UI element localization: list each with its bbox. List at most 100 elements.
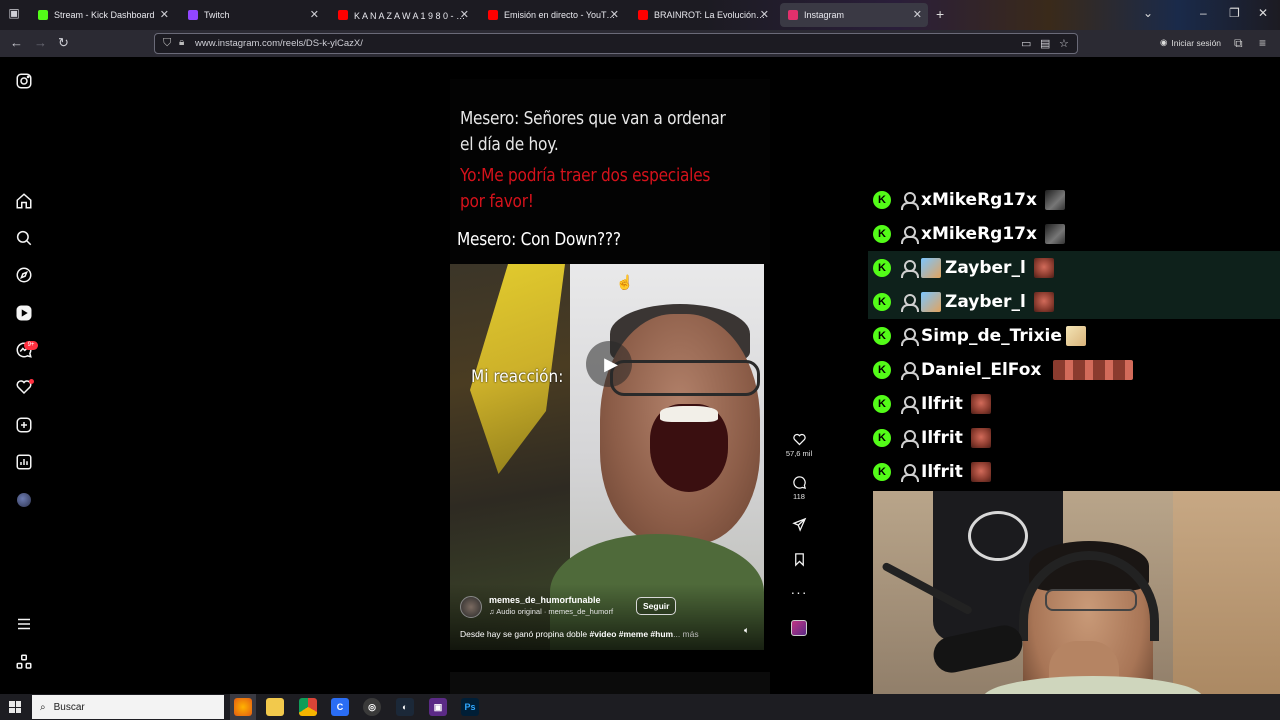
- browser-tab[interactable]: K A N A Z A W A 1 9 8 0 - 日本 ✕: [330, 3, 475, 27]
- obs-icon[interactable]: ◎: [363, 698, 381, 716]
- microphone-icon: [873, 551, 1033, 681]
- like-action[interactable]: 57,6 mil: [785, 432, 813, 458]
- chat-username[interactable]: xMikeRg17x: [921, 190, 1037, 210]
- create-icon[interactable]: [14, 415, 34, 435]
- explore-icon[interactable]: [14, 265, 34, 285]
- firefox-icon[interactable]: [234, 698, 252, 716]
- chat-username[interactable]: Ilfrit: [921, 428, 963, 448]
- youtube-icon: [338, 10, 348, 20]
- lock-icon[interactable]: 🔒︎: [179, 37, 184, 48]
- reel-audio-label[interactable]: ♫ Audio original · memes_de_humorf: [489, 607, 624, 616]
- windows-start-icon[interactable]: [9, 701, 21, 713]
- kick-badge-icon: K: [873, 191, 891, 209]
- also-from-meta-icon[interactable]: [14, 652, 34, 672]
- cursor-app-icon[interactable]: C: [331, 698, 349, 716]
- file-explorer-icon[interactable]: [266, 698, 284, 716]
- tab-title: Stream - Kick Dashboard: [54, 10, 155, 20]
- chat-username[interactable]: xMikeRg17x: [921, 224, 1037, 244]
- maximize-button[interactable]: ❐: [1229, 6, 1240, 20]
- chat-message: K Simp_de_Trixie: [868, 319, 1280, 353]
- close-tab-icon[interactable]: ✕: [460, 8, 469, 21]
- reload-button[interactable]: ↻: [58, 35, 69, 51]
- chat-emote: [970, 428, 991, 448]
- tab-overflow-icon[interactable]: ⌄: [1143, 6, 1153, 20]
- close-tab-icon[interactable]: ✕: [913, 8, 922, 21]
- extensions-icon[interactable]: ⧉: [1234, 36, 1243, 51]
- minimize-button[interactable]: –: [1200, 6, 1207, 20]
- steam-icon[interactable]: ◐: [396, 698, 414, 716]
- reels-icon[interactable]: [14, 303, 34, 323]
- reader-view-icon[interactable]: ▤: [1040, 37, 1050, 50]
- comment-icon: [792, 476, 806, 490]
- play-button[interactable]: ▶: [586, 341, 632, 387]
- next-reel-preview[interactable]: [450, 672, 770, 694]
- shield-icon[interactable]: ⛉: [163, 37, 171, 50]
- user-icon: [901, 362, 919, 380]
- login-button[interactable]: ◉ Iniciar sesión: [1160, 37, 1221, 48]
- chat-emote: [1053, 360, 1134, 380]
- browser-tab[interactable]: Emisión en directo - YouTube S✕: [480, 3, 625, 27]
- chat-username[interactable]: Simp_de_Trixie: [921, 326, 1062, 346]
- chat-message: K Zayber_l: [868, 251, 1280, 285]
- taskbar-search[interactable]: ⌕ Buscar: [32, 695, 224, 719]
- chat-emote: [1033, 258, 1054, 278]
- chrome-icon[interactable]: [299, 698, 317, 716]
- mute-icon[interactable]: 🔈︎: [744, 625, 749, 636]
- caption-text: Desde hay se ganó propina doble: [460, 629, 590, 639]
- twitch-icon: [188, 10, 198, 20]
- chat-username[interactable]: Daniel_ElFox: [921, 360, 1041, 380]
- account-icon: ◉: [1160, 37, 1168, 47]
- browser-tab[interactable]: Instagram ✕: [780, 3, 928, 27]
- browser-tab-bar: ▣ Stream - Kick Dashboard ✕ Twitch ✕ K A N A…: [0, 0, 1280, 30]
- share-action[interactable]: [785, 517, 813, 532]
- close-window-button[interactable]: ✕: [1258, 6, 1268, 20]
- save-action[interactable]: [785, 552, 813, 567]
- address-bar[interactable]: ⛉ 🔒︎ www.instagram.com/reels/DS-k-ylCazX…: [154, 33, 1078, 54]
- close-tab-icon[interactable]: ✕: [760, 8, 769, 21]
- home-icon[interactable]: [14, 191, 34, 211]
- back-button[interactable]: ←: [10, 35, 23, 50]
- chat-emote: [1033, 292, 1054, 312]
- reel-caption[interactable]: Desde hay se ganó propina doble #video #…: [460, 629, 699, 639]
- streamlabs-icon[interactable]: ▣: [429, 698, 447, 716]
- chat-username[interactable]: Zayber_l: [945, 292, 1026, 312]
- more-options-icon[interactable]: ···: [785, 584, 813, 600]
- browser-tab[interactable]: Twitch ✕: [180, 3, 325, 27]
- search-icon[interactable]: [14, 228, 34, 248]
- url-text[interactable]: www.instagram.com/reels/DS-k-ylCazX/: [195, 38, 363, 49]
- caption-more[interactable]: ... más: [673, 629, 699, 639]
- close-tab-icon[interactable]: ✕: [610, 8, 619, 21]
- chat-username[interactable]: Ilfrit: [921, 462, 963, 482]
- reel-text-line: Mesero: Señores que van a ordenar: [460, 109, 726, 129]
- reel-shade: [450, 584, 764, 650]
- chat-username[interactable]: Zayber_l: [945, 258, 1026, 278]
- close-tab-icon[interactable]: ✕: [160, 8, 169, 21]
- webcam-shelf: [1173, 491, 1280, 720]
- streamer-webcam: [873, 491, 1280, 720]
- reel-author-avatar[interactable]: [460, 596, 482, 618]
- browser-tab[interactable]: Stream - Kick Dashboard ✕: [30, 3, 175, 27]
- picture-in-picture-icon[interactable]: ▭: [1021, 37, 1031, 50]
- browser-navbar: ← → ↻ ⛉ 🔒︎ www.instagram.com/reels/DS-k-…: [0, 30, 1280, 57]
- reel-video[interactable]: Mi reacción: ▶ memes_de_humorfunable ♫ A…: [450, 264, 764, 650]
- comment-action[interactable]: 118: [785, 475, 813, 501]
- menu-icon[interactable]: ≡: [1259, 36, 1266, 50]
- forward-button[interactable]: →: [34, 35, 47, 50]
- more-menu-icon[interactable]: [14, 614, 34, 634]
- profile-avatar[interactable]: [17, 493, 31, 507]
- close-tab-icon[interactable]: ✕: [310, 8, 319, 21]
- browser-tab[interactable]: BRAINROT: La Evolución Más E✕: [630, 3, 775, 27]
- caption-hashtags[interactable]: #video #meme #hum: [589, 629, 673, 639]
- photoshop-icon[interactable]: Ps: [461, 698, 479, 716]
- audio-thumbnail[interactable]: [791, 620, 807, 636]
- instagram-logo-icon[interactable]: [14, 71, 34, 91]
- reel-author-name[interactable]: memes_de_humorfunable: [489, 595, 601, 605]
- new-tab-button[interactable]: +: [936, 6, 944, 22]
- bookmark-star-icon[interactable]: ☆: [1059, 37, 1069, 50]
- follow-button[interactable]: Seguir: [636, 597, 677, 615]
- dashboard-icon[interactable]: [14, 452, 34, 472]
- tab-list-icon[interactable]: ▣: [4, 6, 24, 24]
- user-avatar-emote: [921, 258, 941, 278]
- kick-badge-icon: K: [873, 429, 891, 447]
- chat-username[interactable]: Ilfrit: [921, 394, 963, 414]
